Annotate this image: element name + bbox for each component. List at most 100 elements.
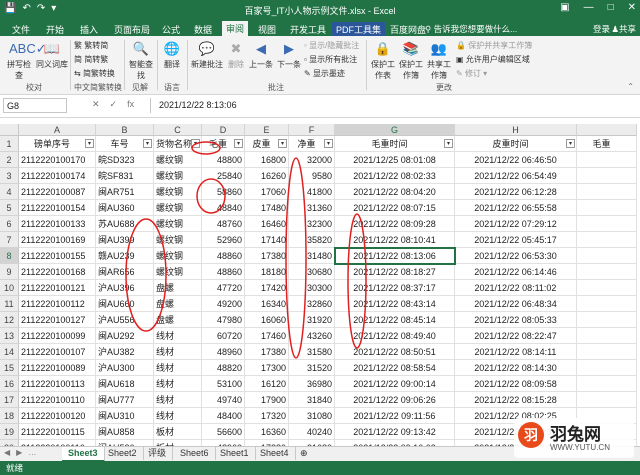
tab-pdf-tools[interactable]: PDF工具集: [332, 22, 386, 37]
name-box[interactable]: G8: [3, 98, 67, 113]
table-cell[interactable]: 2112220100099: [19, 328, 96, 344]
column-header-D[interactable]: D: [202, 124, 245, 136]
translate-button[interactable]: 🌐 翻译: [160, 40, 184, 70]
table-cell[interactable]: 16060: [245, 312, 289, 328]
new-comment-button[interactable]: 💬 新建批注: [190, 40, 224, 70]
table-cell[interactable]: 36980: [289, 376, 335, 392]
formula-input[interactable]: 2021/12/22 8:13:06: [150, 98, 637, 113]
table-cell[interactable]: 2021/12/22 08:10:41: [335, 232, 455, 248]
table-cell[interactable]: 2112220100120: [19, 408, 96, 424]
table-cell[interactable]: 2021/12/22 08:07:15: [335, 200, 455, 216]
table-cell[interactable]: 沪AU382: [96, 344, 154, 360]
table-cell[interactable]: 2112220100170: [19, 152, 96, 168]
header-cell[interactable]: 毛重: [577, 136, 637, 152]
table-cell[interactable]: 2021/12/22 08:45:14: [335, 312, 455, 328]
table-cell[interactable]: 17480: [245, 200, 289, 216]
table-cell[interactable]: 32000: [289, 152, 335, 168]
table-cell[interactable]: 47720: [202, 280, 245, 296]
table-cell[interactable]: 18180: [245, 264, 289, 280]
next-sheet-icon[interactable]: ▶: [16, 448, 22, 457]
table-cell[interactable]: 线材: [154, 392, 202, 408]
table-cell[interactable]: 2021/12/25 08:01:08: [335, 152, 455, 168]
row-header[interactable]: 18: [0, 408, 19, 424]
table-cell[interactable]: 49200: [202, 296, 245, 312]
tell-me-search[interactable]: ⚲ 告诉我您想要做什么...: [425, 23, 517, 35]
collapse-ribbon-icon[interactable]: ⌃: [627, 82, 634, 91]
table-cell[interactable]: 2112220100121: [19, 280, 96, 296]
table-cell[interactable]: 螺纹钢: [154, 216, 202, 232]
sheet-tab[interactable]: 评级: [142, 447, 174, 460]
table-cell[interactable]: 苏AU688: [96, 216, 154, 232]
show-ink-button[interactable]: ✎ 显示墨迹: [304, 68, 345, 79]
table-cell[interactable]: 2112220100133: [19, 216, 96, 232]
filter-dropdown-icon[interactable]: ▾: [191, 139, 200, 148]
row-header[interactable]: 6: [0, 216, 19, 232]
table-cell[interactable]: 线材: [154, 360, 202, 376]
table-cell[interactable]: 线材: [154, 408, 202, 424]
share-workbook-button[interactable]: 👥 共享工作簿: [426, 40, 452, 81]
table-cell[interactable]: 2021/12/22 08:09:28: [335, 216, 455, 232]
protect-sheet-button[interactable]: 🔒 保护工作表: [370, 40, 396, 81]
table-cell[interactable]: 2112220100154: [19, 200, 96, 216]
table-cell[interactable]: [577, 376, 637, 392]
table-cell[interactable]: 2021/12/22 06:46:50: [455, 152, 577, 168]
column-header-C[interactable]: C: [154, 124, 202, 136]
row-header[interactable]: 11: [0, 296, 19, 312]
login-button[interactable]: 登录: [593, 23, 610, 35]
table-cell[interactable]: 2112220100087: [19, 184, 96, 200]
table-cell[interactable]: 32860: [289, 296, 335, 312]
row-header[interactable]: 16: [0, 376, 19, 392]
column-header-I[interactable]: [577, 124, 637, 136]
table-cell[interactable]: 17420: [245, 280, 289, 296]
row-header[interactable]: 4: [0, 184, 19, 200]
table-cell[interactable]: 47980: [202, 312, 245, 328]
table-cell[interactable]: 17380: [245, 344, 289, 360]
table-cell[interactable]: 闽AU310: [96, 408, 154, 424]
select-all-corner[interactable]: [0, 124, 19, 136]
table-cell[interactable]: 16120: [245, 376, 289, 392]
table-cell[interactable]: 31360: [289, 200, 335, 216]
table-cell[interactable]: 沪AU396: [96, 280, 154, 296]
header-cell[interactable]: 车号 ▾: [96, 136, 154, 152]
table-cell[interactable]: 2021/12/22 06:54:49: [455, 168, 577, 184]
convert-button[interactable]: ⇆ 简繁转换: [74, 68, 115, 79]
table-cell[interactable]: 2112220100127: [19, 312, 96, 328]
column-header-G[interactable]: G: [335, 124, 455, 136]
table-cell[interactable]: 闽AU360: [96, 200, 154, 216]
table-cell[interactable]: 闽AU660: [96, 296, 154, 312]
table-cell[interactable]: 2112220100169: [19, 232, 96, 248]
table-cell[interactable]: 2021/12/22 09:06:26: [335, 392, 455, 408]
row-header[interactable]: 1: [0, 136, 19, 152]
prev-sheet-icon[interactable]: ◀: [4, 448, 10, 457]
show-hide-comment-button[interactable]: ▫ 显示/隐藏批注: [304, 40, 359, 51]
row-header[interactable]: 7: [0, 232, 19, 248]
table-cell[interactable]: 板材: [154, 424, 202, 440]
table-cell[interactable]: 盘螺: [154, 296, 202, 312]
table-cell[interactable]: 2021/12/22 08:05:33: [455, 312, 577, 328]
delete-comment-button[interactable]: ✖ 删除: [226, 40, 246, 70]
filter-dropdown-icon[interactable]: ▾: [444, 139, 453, 148]
table-cell[interactable]: [577, 392, 637, 408]
table-cell[interactable]: 螺纹钢: [154, 152, 202, 168]
table-cell[interactable]: 2112220100089: [19, 360, 96, 376]
sheet-tab[interactable]: Sheet1: [214, 447, 256, 460]
table-cell[interactable]: 闽AR751: [96, 184, 154, 200]
table-cell[interactable]: [577, 232, 637, 248]
table-cell[interactable]: 2021/12/22 09:13:42: [335, 424, 455, 440]
table-cell[interactable]: 2021/12/22 06:14:46: [455, 264, 577, 280]
table-cell[interactable]: [577, 312, 637, 328]
table-cell[interactable]: 48760: [202, 216, 245, 232]
maximize-icon[interactable]: □: [608, 2, 614, 13]
row-header[interactable]: 14: [0, 344, 19, 360]
header-cell[interactable]: 毛重 ▾: [202, 136, 245, 152]
to-traditional-button[interactable]: 繁 繁转简: [74, 40, 108, 51]
table-cell[interactable]: 螺纹钢: [154, 232, 202, 248]
table-cell[interactable]: 2112220100112: [19, 296, 96, 312]
row-header[interactable]: 3: [0, 168, 19, 184]
tab-data[interactable]: 数据: [190, 22, 216, 37]
table-cell[interactable]: 螺纹钢: [154, 200, 202, 216]
row-header[interactable]: 5: [0, 200, 19, 216]
table-cell[interactable]: 17380: [245, 248, 289, 264]
table-cell[interactable]: [577, 184, 637, 200]
filter-dropdown-icon[interactable]: ▾: [278, 139, 287, 148]
